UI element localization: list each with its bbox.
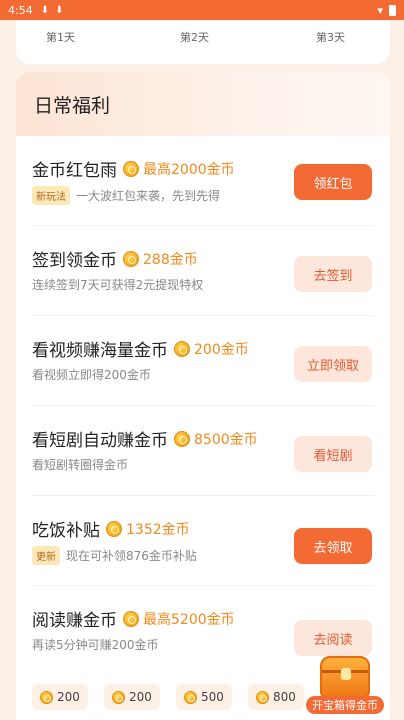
task-item: 签到领金币 288金币 连续签到7天可获得2元提现特权 去签到: [16, 226, 390, 316]
task-desc: 再读5分钟可赚200金币: [32, 638, 159, 652]
chip-value: 800: [273, 690, 296, 704]
status-time: 4:54: [8, 3, 33, 17]
coin-icon: [256, 690, 269, 704]
treasure-chest-button[interactable]: 开宝箱得金币: [306, 656, 384, 716]
task-title: 看短剧自动赚金币: [32, 431, 168, 451]
task-tag: 新玩法: [32, 186, 70, 205]
task-title: 吃饭补贴: [32, 521, 100, 541]
daily-welfare-card: 日常福利 金币红包雨 最高2000金币 新玩法 一大波红包来袭，先到先得 领红包…: [16, 72, 390, 720]
download-icon: ⬇: [55, 4, 64, 16]
task-reward: 200金币: [194, 341, 249, 358]
reading-reward-chip[interactable]: 500: [176, 684, 232, 710]
task-reward: 288金币: [143, 251, 198, 268]
checkin-button[interactable]: 去签到: [294, 256, 372, 292]
coin-icon: [123, 250, 139, 267]
task-title: 看视频赚海量金币: [32, 341, 168, 361]
task-item: 看视频赚海量金币 200金币 看视频立即得200金币 立即领取: [16, 316, 390, 406]
chip-value: 200: [129, 690, 152, 704]
task-item: 看短剧自动赚金币 8500金币 看短剧转圈得金币 看短剧: [16, 406, 390, 496]
day-label: 第3天: [316, 31, 345, 44]
task-reward: 最高2000金币: [143, 161, 235, 178]
status-bar: 4:54 ⬇ ⬇ ▾: [0, 0, 404, 20]
coin-icon: [123, 160, 139, 177]
day-label: 第2天: [180, 31, 209, 44]
task-desc: 连续签到7天可获得2元提现特权: [32, 278, 204, 292]
coin-icon: [174, 430, 190, 447]
watch-drama-button[interactable]: 看短剧: [294, 436, 372, 472]
task-title: 金币红包雨: [32, 161, 117, 181]
coin-icon: [112, 690, 125, 704]
coin-icon: [123, 610, 139, 627]
task-tag: 更新: [32, 546, 60, 565]
coin-icon: [174, 340, 190, 357]
task-desc: 现在可补领876金币补贴: [66, 549, 197, 563]
coin-icon: [106, 520, 122, 537]
reading-reward-chip[interactable]: 200: [32, 684, 88, 710]
go-read-button[interactable]: 去阅读: [294, 620, 372, 656]
task-desc: 看视频立即得200金币: [32, 368, 151, 382]
wifi-icon: ▾: [377, 3, 383, 17]
chip-value: 500: [201, 690, 224, 704]
task-item: 金币红包雨 最高2000金币 新玩法 一大波红包来袭，先到先得 领红包: [16, 136, 390, 226]
day-label: 第1天: [46, 31, 75, 44]
download-icon: ⬇: [40, 4, 50, 16]
claim-redpacket-button[interactable]: 领红包: [294, 164, 372, 200]
claim-subsidy-button[interactable]: 去领取: [294, 528, 372, 564]
task-reward: 1352金币: [126, 521, 190, 538]
battery-icon: [389, 4, 396, 16]
reading-reward-chip[interactable]: 800: [248, 684, 304, 710]
treasure-label: 开宝箱得金币: [306, 696, 384, 714]
checkin-days-card: 第1天 第2天 第3天: [16, 20, 390, 64]
coin-icon: [40, 690, 53, 704]
task-title: 签到领金币: [32, 251, 117, 271]
task-reward: 8500金币: [194, 431, 258, 448]
reading-reward-chip[interactable]: 200: [104, 684, 160, 710]
claim-now-button[interactable]: 立即领取: [294, 346, 372, 382]
task-title: 阅读赚金币: [32, 611, 117, 631]
treasure-chest-icon: [320, 656, 370, 698]
chip-value: 200: [57, 690, 80, 704]
task-item: 吃饭补贴 1352金币 更新 现在可补领876金币补贴 去领取: [16, 496, 390, 586]
task-desc: 看短剧转圈得金币: [32, 458, 129, 472]
task-desc: 一大波红包来袭，先到先得: [76, 189, 221, 203]
section-title: 日常福利: [16, 72, 390, 136]
coin-icon: [184, 690, 197, 704]
task-reward: 最高5200金币: [143, 611, 235, 628]
